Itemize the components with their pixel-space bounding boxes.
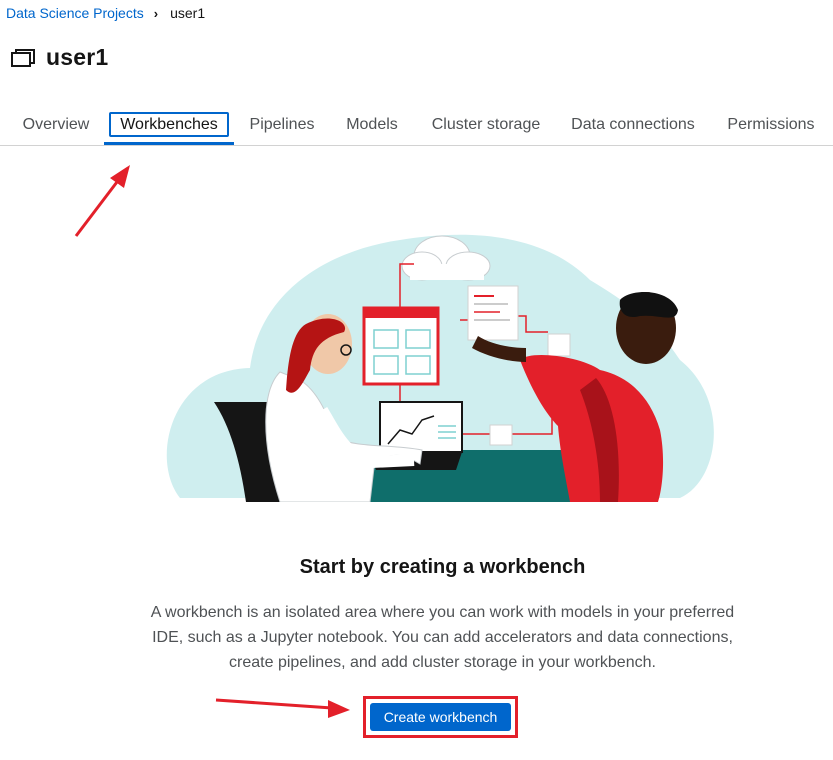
page-header: user1 bbox=[10, 44, 108, 71]
project-folder-icon bbox=[11, 48, 35, 67]
tab-label: Cluster storage bbox=[431, 116, 541, 133]
empty-state-body-line: create pipelines, and add cluster storag… bbox=[229, 654, 656, 671]
tab-data-connections[interactable]: Data connections bbox=[558, 108, 708, 144]
breadcrumb-current: user1 bbox=[170, 5, 206, 21]
create-workbench-button[interactable]: Create workbench bbox=[370, 703, 511, 731]
annotation-arrow-up-icon bbox=[74, 165, 130, 237]
empty-state-body-line: A workbench is an isolated area where yo… bbox=[150, 604, 735, 621]
tab-pipelines[interactable]: Pipelines bbox=[236, 108, 328, 144]
tab-overview[interactable]: Overview bbox=[10, 108, 102, 144]
project-tabs: Overview Workbenches Pipelines Models Cl… bbox=[0, 108, 833, 146]
tab-cluster-storage[interactable]: Cluster storage bbox=[416, 108, 556, 144]
annotation-highlight-box: Create workbench bbox=[363, 696, 518, 738]
page-title: user1 bbox=[46, 44, 109, 70]
breadcrumb: Data Science Projects › user1 bbox=[6, 5, 205, 21]
annotation-arrow-right-icon bbox=[215, 698, 350, 718]
tab-label: Overview bbox=[22, 116, 90, 133]
empty-state-title: Start by creating a workbench bbox=[299, 556, 586, 578]
tab-permissions[interactable]: Permissions bbox=[712, 108, 830, 144]
workbench-illustration bbox=[166, 234, 714, 502]
document-icon bbox=[467, 285, 519, 341]
tab-label: Data connections bbox=[571, 116, 695, 133]
empty-state-body: A workbench is an isolated area where yo… bbox=[140, 600, 745, 675]
tab-label: Models bbox=[346, 116, 398, 133]
tab-label: Pipelines bbox=[249, 116, 315, 133]
tab-models[interactable]: Models bbox=[330, 108, 414, 144]
tab-workbenches[interactable]: Workbenches bbox=[104, 108, 234, 145]
empty-state-body-line: IDE, such as a Jupyter notebook. You can… bbox=[152, 629, 733, 646]
tab-label: Permissions bbox=[727, 116, 815, 133]
tab-label: Workbenches bbox=[109, 112, 229, 137]
breadcrumb-separator-icon: › bbox=[153, 5, 159, 21]
dashboard-board-icon bbox=[362, 306, 440, 386]
breadcrumb-link-projects[interactable]: Data Science Projects bbox=[6, 5, 144, 21]
